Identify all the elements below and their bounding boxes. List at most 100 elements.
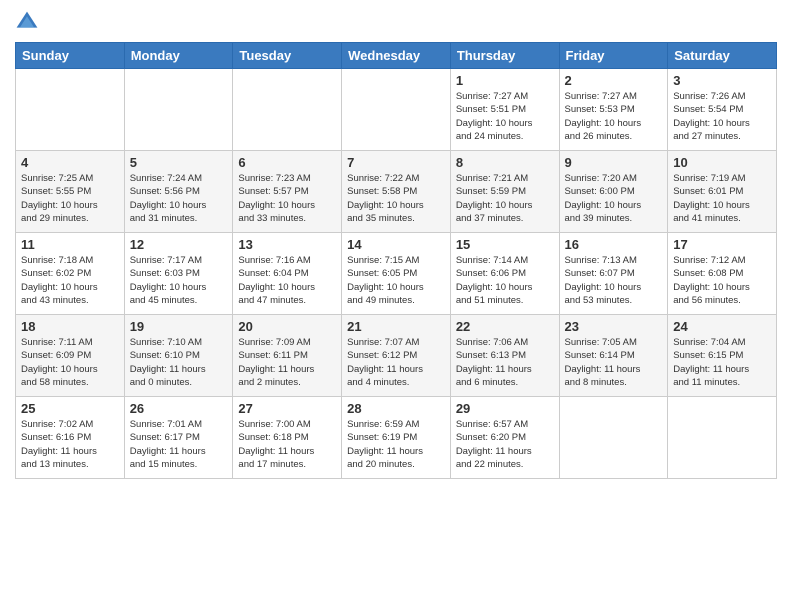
- day-info: Sunrise: 7:19 AM Sunset: 6:01 PM Dayligh…: [673, 172, 771, 225]
- calendar-cell: [559, 397, 668, 479]
- day-info: Sunrise: 7:06 AM Sunset: 6:13 PM Dayligh…: [456, 336, 554, 389]
- calendar-cell: [16, 69, 125, 151]
- logo: [15, 10, 41, 34]
- week-row-3: 11 Sunrise: 7:18 AM Sunset: 6:02 PM Dayli…: [16, 233, 777, 315]
- calendar-cell: 22 Sunrise: 7:06 AM Sunset: 6:13 PM Dayli…: [450, 315, 559, 397]
- calendar-cell: 25 Sunrise: 7:02 AM Sunset: 6:16 PM Dayli…: [16, 397, 125, 479]
- day-number: 18: [21, 319, 119, 334]
- day-info: Sunrise: 7:01 AM Sunset: 6:17 PM Dayligh…: [130, 418, 228, 471]
- day-number: 1: [456, 73, 554, 88]
- day-info: Sunrise: 7:21 AM Sunset: 5:59 PM Dayligh…: [456, 172, 554, 225]
- weekday-header-sunday: Sunday: [16, 43, 125, 69]
- calendar-cell: 9 Sunrise: 7:20 AM Sunset: 6:00 PM Daylig…: [559, 151, 668, 233]
- day-info: Sunrise: 7:16 AM Sunset: 6:04 PM Dayligh…: [238, 254, 336, 307]
- calendar-cell: 4 Sunrise: 7:25 AM Sunset: 5:55 PM Daylig…: [16, 151, 125, 233]
- calendar-table: SundayMondayTuesdayWednesdayThursdayFrid…: [15, 42, 777, 479]
- week-row-2: 4 Sunrise: 7:25 AM Sunset: 5:55 PM Daylig…: [16, 151, 777, 233]
- day-number: 11: [21, 237, 119, 252]
- calendar-cell: [124, 69, 233, 151]
- calendar-cell: 19 Sunrise: 7:10 AM Sunset: 6:10 PM Dayli…: [124, 315, 233, 397]
- day-number: 27: [238, 401, 336, 416]
- day-number: 8: [456, 155, 554, 170]
- day-info: Sunrise: 7:23 AM Sunset: 5:57 PM Dayligh…: [238, 172, 336, 225]
- calendar-cell: 10 Sunrise: 7:19 AM Sunset: 6:01 PM Dayli…: [668, 151, 777, 233]
- day-number: 25: [21, 401, 119, 416]
- day-number: 4: [21, 155, 119, 170]
- day-info: Sunrise: 7:20 AM Sunset: 6:00 PM Dayligh…: [565, 172, 663, 225]
- calendar-cell: 11 Sunrise: 7:18 AM Sunset: 6:02 PM Dayli…: [16, 233, 125, 315]
- calendar-cell: 2 Sunrise: 7:27 AM Sunset: 5:53 PM Daylig…: [559, 69, 668, 151]
- day-number: 3: [673, 73, 771, 88]
- calendar-cell: 27 Sunrise: 7:00 AM Sunset: 6:18 PM Dayli…: [233, 397, 342, 479]
- calendar-cell: 17Sunrise: 7:12 AM Sunset: 6:08 PM Dayli…: [668, 233, 777, 315]
- calendar-cell: 7 Sunrise: 7:22 AM Sunset: 5:58 PM Daylig…: [342, 151, 451, 233]
- calendar-cell: 3 Sunrise: 7:26 AM Sunset: 5:54 PM Daylig…: [668, 69, 777, 151]
- weekday-header-monday: Monday: [124, 43, 233, 69]
- calendar-cell: 5Sunrise: 7:24 AM Sunset: 5:56 PM Daylig…: [124, 151, 233, 233]
- day-info: Sunrise: 7:18 AM Sunset: 6:02 PM Dayligh…: [21, 254, 119, 307]
- day-info: Sunrise: 7:11 AM Sunset: 6:09 PM Dayligh…: [21, 336, 119, 389]
- calendar-cell: [668, 397, 777, 479]
- day-number: 22: [456, 319, 554, 334]
- day-number: 9: [565, 155, 663, 170]
- day-number: 20: [238, 319, 336, 334]
- logo-icon: [15, 10, 39, 34]
- day-number: 5: [130, 155, 228, 170]
- day-info: Sunrise: 6:57 AM Sunset: 6:20 PM Dayligh…: [456, 418, 554, 471]
- day-number: 19: [130, 319, 228, 334]
- calendar-cell: 1 Sunrise: 7:27 AM Sunset: 5:51 PM Daylig…: [450, 69, 559, 151]
- day-info: Sunrise: 7:02 AM Sunset: 6:16 PM Dayligh…: [21, 418, 119, 471]
- day-info: Sunrise: 7:07 AM Sunset: 6:12 PM Dayligh…: [347, 336, 445, 389]
- calendar-cell: 28 Sunrise: 6:59 AM Sunset: 6:19 PM Dayli…: [342, 397, 451, 479]
- day-number: 26: [130, 401, 228, 416]
- calendar-cell: 18 Sunrise: 7:11 AM Sunset: 6:09 PM Dayli…: [16, 315, 125, 397]
- day-info: Sunrise: 7:12 AM Sunset: 6:08 PM Dayligh…: [673, 254, 771, 307]
- week-row-4: 18 Sunrise: 7:11 AM Sunset: 6:09 PM Dayli…: [16, 315, 777, 397]
- day-info: Sunrise: 7:05 AM Sunset: 6:14 PM Dayligh…: [565, 336, 663, 389]
- day-number: 10: [673, 155, 771, 170]
- day-info: Sunrise: 6:59 AM Sunset: 6:19 PM Dayligh…: [347, 418, 445, 471]
- weekday-header-tuesday: Tuesday: [233, 43, 342, 69]
- day-number: 16: [565, 237, 663, 252]
- weekday-header-thursday: Thursday: [450, 43, 559, 69]
- calendar-cell: 20 Sunrise: 7:09 AM Sunset: 6:11 PM Dayli…: [233, 315, 342, 397]
- day-number: 13: [238, 237, 336, 252]
- day-info: Sunrise: 7:27 AM Sunset: 5:53 PM Dayligh…: [565, 90, 663, 143]
- day-info: Sunrise: 7:25 AM Sunset: 5:55 PM Dayligh…: [21, 172, 119, 225]
- day-number: 28: [347, 401, 445, 416]
- day-info: Sunrise: 7:09 AM Sunset: 6:11 PM Dayligh…: [238, 336, 336, 389]
- day-info: Sunrise: 7:26 AM Sunset: 5:54 PM Dayligh…: [673, 90, 771, 143]
- day-info: Sunrise: 7:13 AM Sunset: 6:07 PM Dayligh…: [565, 254, 663, 307]
- day-info: Sunrise: 7:27 AM Sunset: 5:51 PM Dayligh…: [456, 90, 554, 143]
- day-number: 15: [456, 237, 554, 252]
- day-info: Sunrise: 7:00 AM Sunset: 6:18 PM Dayligh…: [238, 418, 336, 471]
- week-row-1: 1 Sunrise: 7:27 AM Sunset: 5:51 PM Daylig…: [16, 69, 777, 151]
- calendar-cell: 8 Sunrise: 7:21 AM Sunset: 5:59 PM Daylig…: [450, 151, 559, 233]
- day-number: 12: [130, 237, 228, 252]
- calendar-cell: 12 Sunrise: 7:17 AM Sunset: 6:03 PM Dayli…: [124, 233, 233, 315]
- day-number: 2: [565, 73, 663, 88]
- day-info: Sunrise: 7:22 AM Sunset: 5:58 PM Dayligh…: [347, 172, 445, 225]
- day-number: 21: [347, 319, 445, 334]
- day-info: Sunrise: 7:15 AM Sunset: 6:05 PM Dayligh…: [347, 254, 445, 307]
- day-info: Sunrise: 7:17 AM Sunset: 6:03 PM Dayligh…: [130, 254, 228, 307]
- day-number: 24: [673, 319, 771, 334]
- day-info: Sunrise: 7:04 AM Sunset: 6:15 PM Dayligh…: [673, 336, 771, 389]
- day-info: Sunrise: 7:14 AM Sunset: 6:06 PM Dayligh…: [456, 254, 554, 307]
- day-number: 14: [347, 237, 445, 252]
- day-number: 7: [347, 155, 445, 170]
- weekday-header-friday: Friday: [559, 43, 668, 69]
- day-number: 6: [238, 155, 336, 170]
- calendar-cell: 24 Sunrise: 7:04 AM Sunset: 6:15 PM Dayli…: [668, 315, 777, 397]
- day-number: 29: [456, 401, 554, 416]
- calendar-cell: 6 Sunrise: 7:23 AM Sunset: 5:57 PM Daylig…: [233, 151, 342, 233]
- calendar-cell: 15 Sunrise: 7:14 AM Sunset: 6:06 PM Dayli…: [450, 233, 559, 315]
- page-container: SundayMondayTuesdayWednesdayThursdayFrid…: [0, 0, 792, 484]
- calendar-cell: 13 Sunrise: 7:16 AM Sunset: 6:04 PM Dayli…: [233, 233, 342, 315]
- day-info: Sunrise: 7:10 AM Sunset: 6:10 PM Dayligh…: [130, 336, 228, 389]
- week-row-5: 25 Sunrise: 7:02 AM Sunset: 6:16 PM Dayli…: [16, 397, 777, 479]
- calendar-cell: [233, 69, 342, 151]
- calendar-cell: 16 Sunrise: 7:13 AM Sunset: 6:07 PM Dayli…: [559, 233, 668, 315]
- day-number: 23: [565, 319, 663, 334]
- weekday-header-wednesday: Wednesday: [342, 43, 451, 69]
